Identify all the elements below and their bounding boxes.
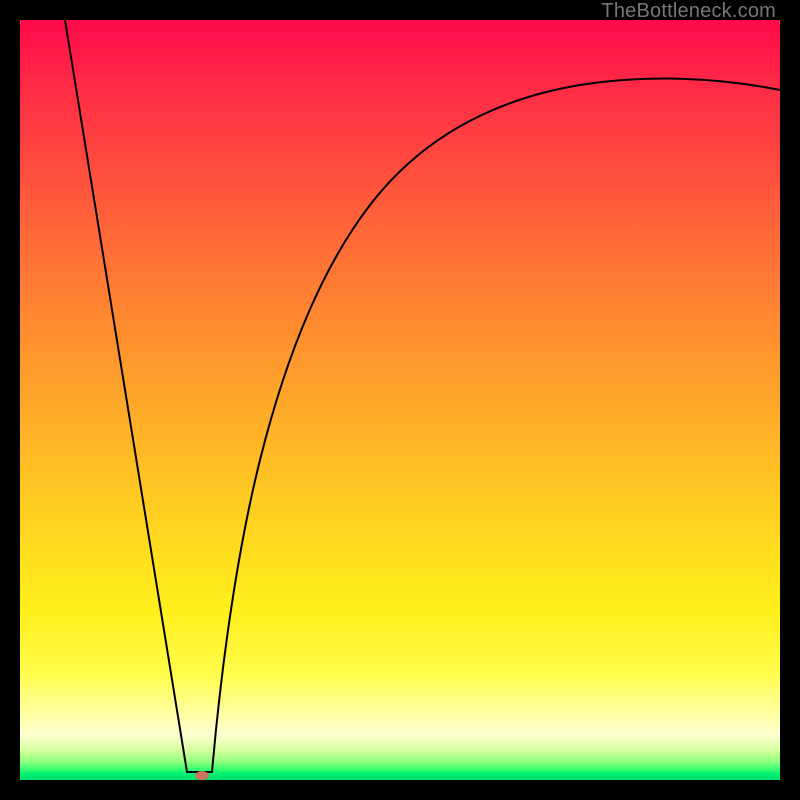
curve-left-segment [65, 20, 187, 772]
plot-area [20, 20, 780, 780]
curve-right-segment [212, 79, 780, 772]
bottleneck-curve [20, 20, 780, 780]
chart-frame: TheBottleneck.com [0, 0, 800, 800]
attribution-label: TheBottleneck.com [601, 0, 776, 23]
